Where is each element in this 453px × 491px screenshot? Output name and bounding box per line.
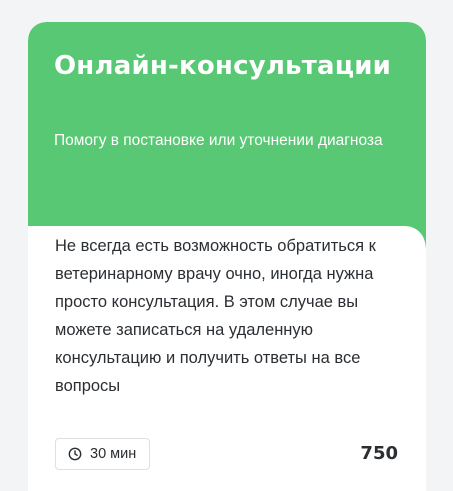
duration-text: 30 мин (90, 446, 137, 462)
card-header: Онлайн-консультации Помогу в постановке … (28, 22, 426, 226)
service-price: 750 (360, 443, 398, 464)
service-subtitle: Помогу в постановке или уточнении диагно… (54, 132, 383, 149)
duration-badge: 30 мин (55, 438, 151, 470)
service-description: Не всегда есть возможность обратиться к … (55, 237, 376, 395)
clock-icon (68, 447, 82, 461)
service-title: Онлайн-консультации (54, 51, 392, 81)
service-card: Онлайн-консультации Помогу в постановке … (28, 22, 426, 491)
